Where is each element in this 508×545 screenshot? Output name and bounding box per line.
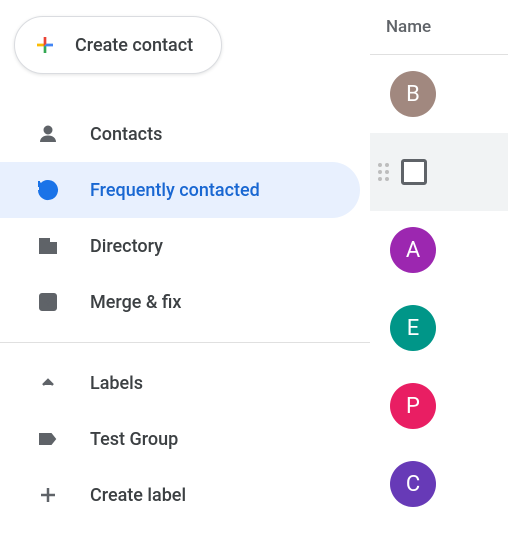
sidebar: Create contact Contacts Frequently conta… bbox=[0, 0, 370, 545]
avatar: E bbox=[390, 305, 436, 351]
contact-list: B AEPC bbox=[370, 55, 508, 523]
plus-icon bbox=[36, 483, 60, 507]
contacts-panel: Name B AEPC bbox=[370, 0, 508, 545]
avatar: A bbox=[390, 227, 436, 273]
create-contact-button[interactable]: Create contact bbox=[14, 16, 222, 74]
avatar: B bbox=[390, 71, 436, 117]
labels-section: Labels Test Group Create label bbox=[0, 347, 370, 531]
contact-row[interactable]: B bbox=[370, 55, 508, 133]
contact-row[interactable]: P bbox=[370, 367, 508, 445]
contact-row[interactable]: E bbox=[370, 289, 508, 367]
nav-list: Contacts Frequently contacted Directory … bbox=[0, 98, 370, 338]
create-label-button[interactable]: Create label bbox=[0, 467, 360, 523]
sidebar-item-frequently[interactable]: Frequently contacted bbox=[0, 162, 360, 218]
column-header-name: Name bbox=[370, 0, 508, 55]
plus-icon bbox=[33, 33, 57, 57]
create-contact-label: Create contact bbox=[75, 35, 193, 56]
history-icon bbox=[36, 178, 60, 202]
contact-row[interactable]: C bbox=[370, 445, 508, 523]
sidebar-item-directory[interactable]: Directory bbox=[0, 218, 360, 274]
contact-row[interactable]: A bbox=[370, 211, 508, 289]
nav-label: Merge & fix bbox=[90, 292, 182, 313]
drag-handle-icon[interactable] bbox=[378, 163, 389, 181]
building-icon bbox=[36, 234, 60, 258]
contact-checkbox[interactable] bbox=[401, 159, 427, 185]
labels-header-label: Labels bbox=[90, 373, 143, 394]
avatar: C bbox=[390, 461, 436, 507]
chevron-up-icon bbox=[36, 371, 60, 395]
nav-label: Contacts bbox=[90, 124, 162, 145]
nav-label: Frequently contacted bbox=[90, 180, 260, 201]
sparkle-icon bbox=[36, 290, 60, 314]
sidebar-item-test-group[interactable]: Test Group bbox=[0, 411, 360, 467]
labels-header[interactable]: Labels bbox=[0, 355, 360, 411]
nav-label: Directory bbox=[90, 236, 163, 257]
sidebar-item-contacts[interactable]: Contacts bbox=[0, 106, 360, 162]
avatar: P bbox=[390, 383, 436, 429]
contact-row[interactable] bbox=[370, 133, 508, 211]
nav-label: Create label bbox=[90, 485, 186, 506]
divider bbox=[0, 342, 370, 343]
nav-label: Test Group bbox=[90, 429, 178, 450]
sidebar-item-merge-fix[interactable]: Merge & fix bbox=[0, 274, 360, 330]
person-icon bbox=[36, 122, 60, 146]
label-icon bbox=[36, 427, 60, 451]
